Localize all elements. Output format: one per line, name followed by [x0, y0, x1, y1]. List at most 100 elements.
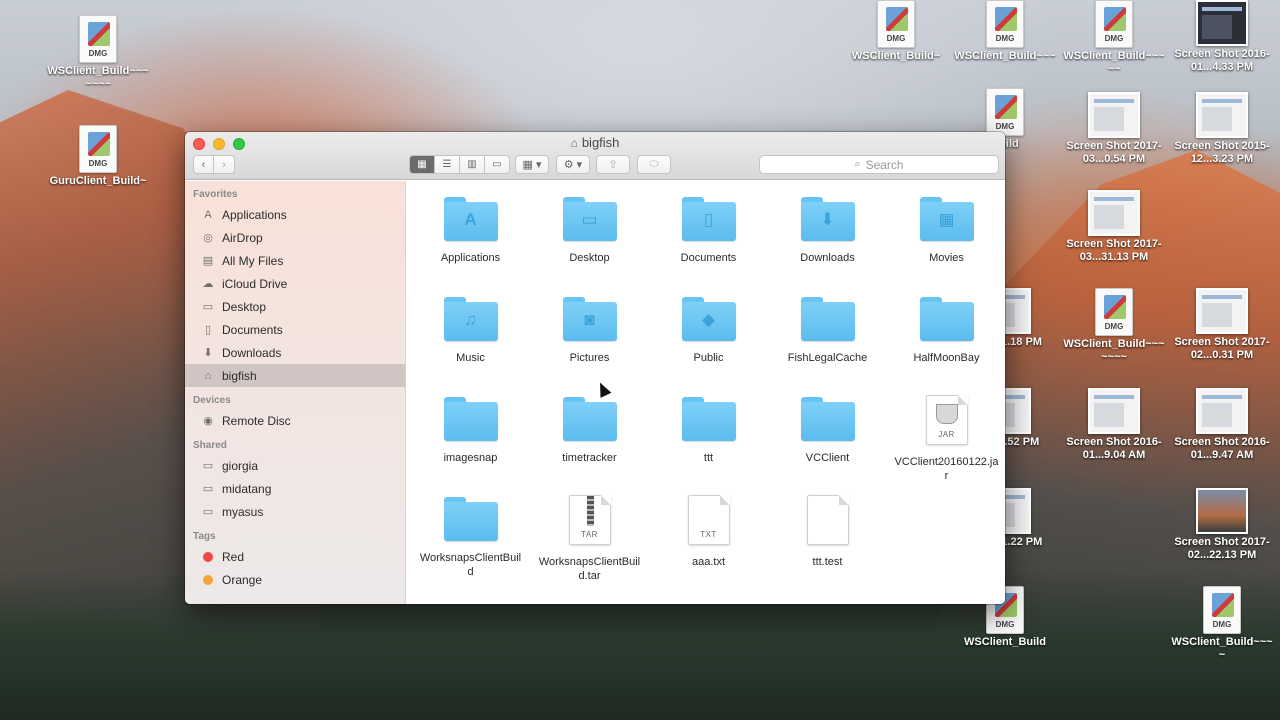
sidebar-item-desktop[interactable]: ▭ Desktop	[185, 295, 405, 318]
view-mode-segment: ▦ ☰ ▥ ▭	[409, 155, 510, 174]
file-item[interactable]: ◙ Pictures	[530, 295, 649, 395]
desktop-icon[interactable]: DMG WSClient_Build~	[841, 0, 951, 63]
sidebar-icon: ◉	[203, 415, 213, 427]
forward-button[interactable]: ›	[214, 155, 235, 174]
desktop-icon-label: Screen Shot 2017-02...0.31 PM	[1174, 336, 1270, 361]
titlebar[interactable]: ⌂ bigfish ‹ › ▦ ☰ ▥ ▭ ▦ ▾ ⚙ ▾ ⇧ ⬭ ⌕ Searc…	[185, 132, 1005, 180]
desktop-icon[interactable]: Screen Shot 2017-03...31.13 PM	[1059, 190, 1169, 264]
file-item[interactable]: A Applications	[411, 195, 530, 295]
tag-color-icon	[201, 550, 215, 564]
zipper-graphic	[586, 496, 594, 526]
dmg-file-icon: DMG	[1095, 288, 1133, 336]
file-item[interactable]: ♫ Music	[411, 295, 530, 395]
folder-icon: ♫	[443, 297, 498, 341]
file-name: VCClient20160122.jar	[894, 456, 999, 482]
tag-dot	[203, 551, 213, 562]
icon-view-button[interactable]: ▦	[410, 156, 435, 173]
desktop-icon[interactable]: DMG WSClient_Build~~~	[950, 0, 1060, 63]
file-item[interactable]: ◆ Public	[649, 295, 768, 395]
desktop-icon-label: Screen Shot 2016-01...9.04 AM	[1066, 436, 1162, 461]
file-name: VCClient	[805, 452, 850, 464]
sidebar-icon: ▭	[202, 506, 214, 518]
sidebar-item-label: Desktop	[222, 299, 267, 314]
folder-emblem: ⬇	[820, 210, 835, 229]
back-button[interactable]: ‹	[193, 155, 214, 174]
sidebar-item-remote-disc[interactable]: ◉ Remote Disc	[185, 409, 405, 432]
dmg-label: DMG	[995, 34, 1015, 43]
blank-file-icon	[806, 495, 849, 545]
tar-file-icon: TAR	[568, 495, 611, 545]
dmg-file-icon: DMG	[1095, 0, 1133, 48]
sidebar-icon: ▭	[202, 460, 214, 472]
file-item[interactable]: ▭ Desktop	[530, 195, 649, 295]
tags-button[interactable]: ⬭	[637, 155, 671, 174]
file-name: Music	[456, 352, 485, 364]
sidebar-item-midatang[interactable]: ▭ midatang	[185, 477, 405, 500]
action-gear-button[interactable]: ⚙ ▾	[556, 155, 590, 174]
file-item[interactable]: timetracker	[530, 395, 649, 495]
sidebar-tag-orange[interactable]: Orange	[185, 568, 405, 591]
file-browser[interactable]: A Applications ▭ Desktop ▯ Documents ⬇ Download…	[407, 181, 1005, 604]
folder-icon	[562, 397, 617, 441]
file-item[interactable]: TAR WorksnapsClientBuild.tar	[530, 495, 649, 595]
window-title-text: bigfish	[581, 135, 620, 150]
dmg-label: DMG	[995, 620, 1015, 629]
file-item[interactable]: ▯ Documents	[649, 195, 768, 295]
arrange-button[interactable]: ▦ ▾	[515, 155, 549, 174]
sidebar-item-applications[interactable]: A Applications	[185, 203, 405, 226]
desktop-icon[interactable]: DMG GuruClient_Build~	[43, 125, 153, 188]
share-button[interactable]: ⇧	[596, 155, 630, 174]
file-name: Pictures	[569, 352, 610, 364]
desktop-icon[interactable]: Screen Shot 2017-02...22.13 PM	[1167, 488, 1277, 562]
file-item[interactable]: ⬇ Downloads	[768, 195, 887, 295]
sidebar-item-airdrop[interactable]: ◎ AirDrop	[185, 226, 405, 249]
sidebar-item-downloads[interactable]: ⬇ Downloads	[185, 341, 405, 364]
sidebar-item-documents[interactable]: ▯ Documents	[185, 318, 405, 341]
search-field[interactable]: ⌕ Search	[759, 155, 999, 174]
sidebar-item-label: iCloud Drive	[222, 276, 288, 291]
sidebar-item-label: Orange	[222, 572, 263, 587]
desktop-icon[interactable]: Screen Shot 2016-01...9.04 AM	[1059, 388, 1169, 462]
desktop-icon[interactable]: Screen Shot 2016-01...9.47 AM	[1167, 388, 1277, 462]
desktop-icon[interactable]: Screen Shot 2017-02...0.31 PM	[1167, 288, 1277, 362]
screenshot-thumbnail-icon	[1088, 388, 1140, 434]
file-name: WorksnapsClientBuild.tar	[538, 556, 641, 582]
sidebar-tag-red[interactable]: Red	[185, 545, 405, 568]
dmg-file-icon: DMG	[877, 0, 915, 48]
desktop-icon[interactable]: DMG WSClient_Build~~~ ~~~~	[1059, 288, 1169, 364]
pen-graphic	[1212, 593, 1234, 617]
coverflow-view-button[interactable]: ▭	[485, 156, 509, 173]
sidebar-item-icloud-drive[interactable]: ☁ iCloud Drive	[185, 272, 405, 295]
file-name: Movies	[929, 252, 964, 264]
sidebar-item-myasus[interactable]: ▭ myasus	[185, 500, 405, 523]
sidebar-item-bigfish[interactable]: ⌂ bigfish	[185, 364, 405, 387]
column-view-button[interactable]: ▥	[460, 156, 485, 173]
desktop-icon[interactable]: Screen Shot 2017-03...0.54 PM	[1059, 92, 1169, 166]
file-item[interactable]: TXT aaa.txt	[649, 495, 768, 595]
file-name: imagesnap	[443, 452, 498, 464]
desktop-icon[interactable]: DMG WSClient_Build~~~ ~~~~	[43, 15, 153, 91]
file-item[interactable]: ttt.test	[768, 495, 887, 595]
file-item[interactable]: JAR VCClient20160122.jar	[887, 395, 1005, 495]
file-name: ttt	[703, 452, 714, 464]
file-item[interactable]: HalfMoonBay	[887, 295, 1005, 395]
file-item[interactable]: ttt	[649, 395, 768, 495]
sidebar-item-giorgia[interactable]: ▭ giorgia	[185, 454, 405, 477]
file-name: ttt.test	[812, 556, 843, 568]
desktop-icon[interactable]: DMG WSClient_Build~~~ ~~	[1059, 0, 1169, 76]
desktop-icon[interactable]: DMG WSClient_Build~~~ ~	[1167, 586, 1277, 662]
file-item[interactable]: WorksnapsClientBuild	[411, 495, 530, 595]
sidebar-item-label: Applications	[222, 207, 287, 222]
list-view-button[interactable]: ☰	[435, 156, 460, 173]
sidebar-item-all-my-files[interactable]: ▤ All My Files	[185, 249, 405, 272]
file-item[interactable]: FishLegalCache	[768, 295, 887, 395]
desktop-icon[interactable]: Screen Shot 2015-12...3.23 PM	[1167, 92, 1277, 166]
desktop-icon[interactable]: Screen Shot 2016-01...4.33 PM	[1167, 0, 1277, 74]
file-name: Public	[693, 352, 724, 364]
dmg-file-icon: DMG	[79, 15, 117, 63]
file-item[interactable]: imagesnap	[411, 395, 530, 495]
file-item[interactable]: VCClient	[768, 395, 887, 495]
sidebar-item-label: giorgia	[222, 458, 259, 473]
file-item[interactable]: ▦ Movies	[887, 195, 1005, 295]
finder-window[interactable]: ⌂ bigfish ‹ › ▦ ☰ ▥ ▭ ▦ ▾ ⚙ ▾ ⇧ ⬭ ⌕ Searc…	[185, 132, 1005, 604]
